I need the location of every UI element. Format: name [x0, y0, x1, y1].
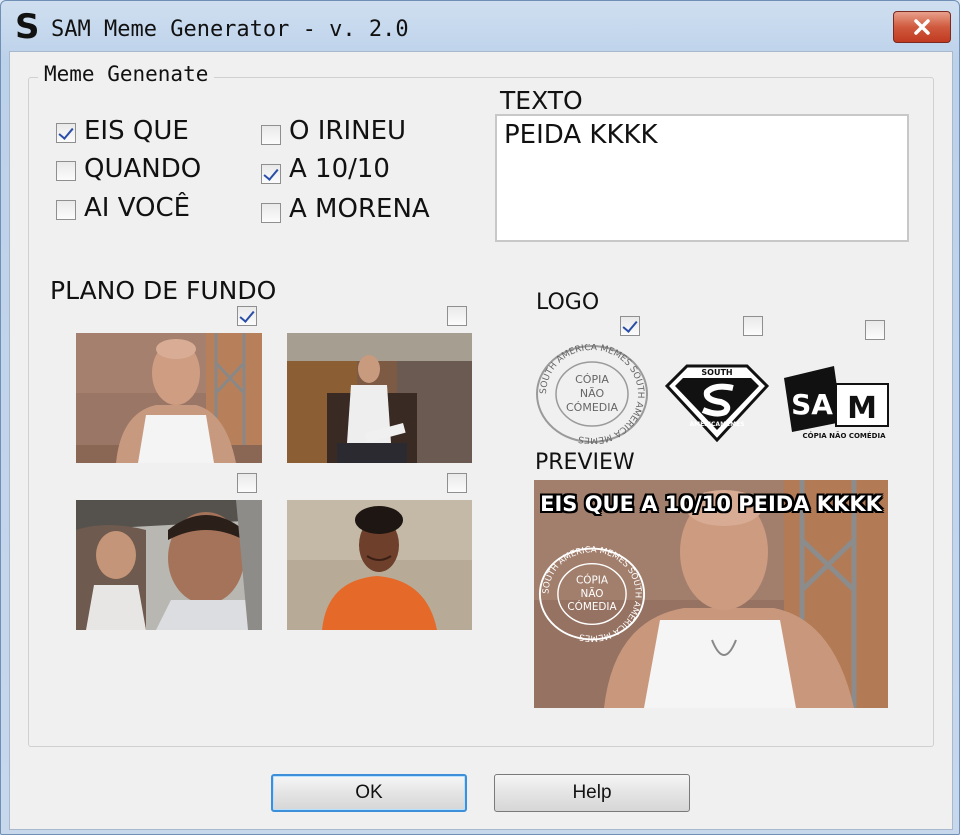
superman-bottom-text: AMERICAMEMES: [689, 421, 744, 428]
preview-stamp-line-3: CÓMEDIA: [567, 600, 617, 613]
background-thumb-orange-shirt-man[interactable]: [287, 500, 472, 630]
stamp-line-3: CÓMEDIA: [566, 401, 618, 414]
background-thumb-bald-man[interactable]: [76, 333, 262, 463]
app-window: S SAM Meme Generator - v. 2.0 Meme Genen…: [0, 0, 960, 835]
checkbox-ai-voce[interactable]: [56, 200, 76, 220]
preview-stamp-line-2: NÃO: [581, 587, 604, 600]
superman-logo-graphic: SOUTH AMERICAMEMES: [664, 364, 770, 443]
ok-button[interactable]: OK: [271, 774, 467, 812]
stamp-logo-graphic: SOUTH AMERICA MEMES SOUTH AMERICA MEMES …: [536, 343, 648, 445]
checkbox-a-10-10[interactable]: [261, 164, 281, 184]
app-icon: S: [15, 7, 40, 47]
checkbox-background-4[interactable]: [447, 473, 467, 493]
group-label: Meme Genenate: [38, 62, 215, 86]
option-label-ai-voce[interactable]: AI VOCÊ: [84, 193, 190, 223]
sam-logo-subtitle: CÓPIA NÃO COMÉDIA: [802, 431, 886, 440]
logo-option-stamp[interactable]: SOUTH AMERICA MEMES SOUTH AMERICA MEMES …: [535, 343, 649, 445]
bald-man-photo: [76, 333, 262, 463]
texto-input[interactable]: PEIDA KKKK: [495, 114, 909, 242]
checkbox-background-1[interactable]: [237, 306, 257, 326]
checkbox-a-morena[interactable]: [261, 203, 281, 223]
checkbox-quando[interactable]: [56, 161, 76, 181]
preview-stamp-logo: SOUTH AMERICA MEMES SOUTH AMERICA MEMES …: [538, 546, 646, 642]
dialog-client-area: Meme Genenate EIS QUE QUANDO AI VOCÊ O I…: [9, 51, 953, 830]
close-icon: [914, 19, 930, 35]
checkbox-logo-1[interactable]: [620, 316, 640, 336]
sam-logo-graphic: SA M CÓPIA NÃO COMÉDIA: [784, 366, 889, 440]
logo-option-sam[interactable]: SA M CÓPIA NÃO COMÉDIA: [782, 362, 892, 442]
sam-logo-letters: SA: [791, 388, 833, 421]
plano-de-fundo-heading: PLANO DE FUNDO: [50, 276, 277, 305]
seated-man-photo: [287, 333, 472, 463]
sam-logo-letter-m: M: [847, 391, 877, 426]
help-button[interactable]: Help: [494, 774, 690, 812]
checkbox-logo-2[interactable]: [743, 316, 763, 336]
preview-caption: EIS QUE A 10/10 PEIDA KKKK: [540, 492, 882, 516]
texto-heading: TEXTO: [500, 86, 583, 115]
checkbox-background-3[interactable]: [237, 473, 257, 493]
preview-heading: PREVIEW: [535, 450, 635, 475]
logo-heading: LOGO: [536, 290, 600, 315]
option-label-a-10-10[interactable]: A 10/10: [289, 154, 390, 184]
logo-option-superman[interactable]: SOUTH AMERICAMEMES: [664, 364, 770, 443]
option-label-quando[interactable]: QUANDO: [84, 154, 201, 184]
checkbox-eis-que[interactable]: [56, 123, 76, 143]
option-label-eis-que[interactable]: EIS QUE: [84, 116, 189, 146]
checkbox-o-irineu[interactable]: [261, 125, 281, 145]
superman-top-text: SOUTH: [701, 368, 732, 377]
checkbox-background-2[interactable]: [447, 306, 467, 326]
window-title: SAM Meme Generator - v. 2.0: [51, 17, 409, 42]
option-label-a-morena[interactable]: A MORENA: [289, 194, 430, 224]
car-man-photo: [76, 500, 262, 630]
option-label-o-irineu[interactable]: O IRINEU: [289, 116, 406, 146]
checkbox-logo-3[interactable]: [865, 320, 885, 340]
meme-preview: SOUTH AMERICA MEMES SOUTH AMERICA MEMES …: [534, 480, 888, 708]
orange-shirt-man-photo: [287, 500, 472, 630]
preview-stamp-line-1: CÓPIA: [576, 574, 609, 587]
stamp-line-1: CÓPIA: [575, 373, 609, 386]
background-thumb-car-man[interactable]: [76, 500, 262, 630]
background-thumb-seated-man[interactable]: [287, 333, 472, 463]
texto-input-value: PEIDA KKKK: [504, 120, 658, 150]
close-button[interactable]: [893, 11, 951, 43]
stamp-line-2: NÃO: [580, 387, 605, 400]
